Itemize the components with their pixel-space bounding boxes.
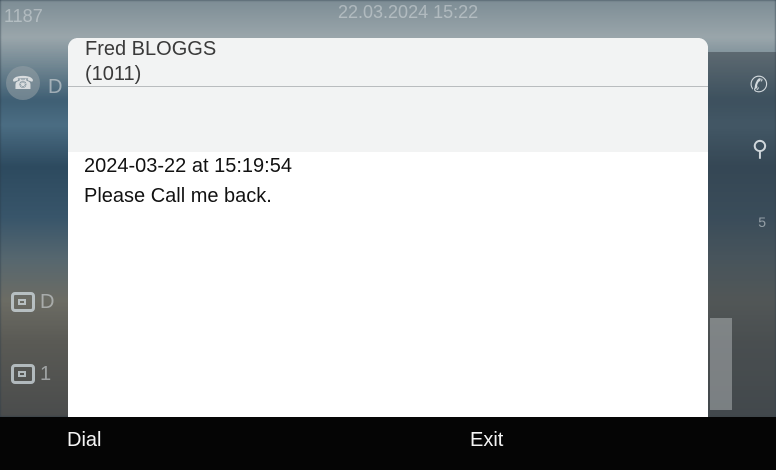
message-body: Please Call me back. <box>84 185 272 207</box>
line-key-label: D <box>40 290 55 313</box>
status-datetime: 22.03.2024 15:22 <box>338 2 479 22</box>
dialog-header: Fred BLOGGS (1011) <box>68 38 708 87</box>
contact-number: (1011) <box>85 63 142 85</box>
message-timestamp: 2024-03-22 at 15:19:54 <box>84 155 292 177</box>
right-counter: 5 <box>758 214 766 230</box>
line-key-2: 1 <box>0 352 68 396</box>
phone-line-label: D <box>48 76 63 98</box>
message-dialog: Fred BLOGGS (1011) 2024-03-22 at 15:19:5… <box>68 38 708 417</box>
line-key-label: 1 <box>40 362 52 385</box>
handset-icon: ✆ <box>749 72 768 97</box>
exit-button[interactable]: Exit <box>470 429 503 452</box>
line-key-icon <box>11 364 35 384</box>
dialog-subheader <box>68 87 708 152</box>
status-extension: 1187 <box>4 6 43 26</box>
phone-icon: ☎ <box>6 66 40 100</box>
contact-name: Fred BLOGGS <box>85 38 217 60</box>
line-key-icon <box>11 292 35 312</box>
line-key-1: D <box>0 280 68 324</box>
softkey-bar: Dial Exit <box>0 417 776 470</box>
scroll-indicator <box>710 318 732 410</box>
dial-button[interactable]: Dial <box>67 429 101 452</box>
person-icon: ⚲ <box>751 136 768 161</box>
